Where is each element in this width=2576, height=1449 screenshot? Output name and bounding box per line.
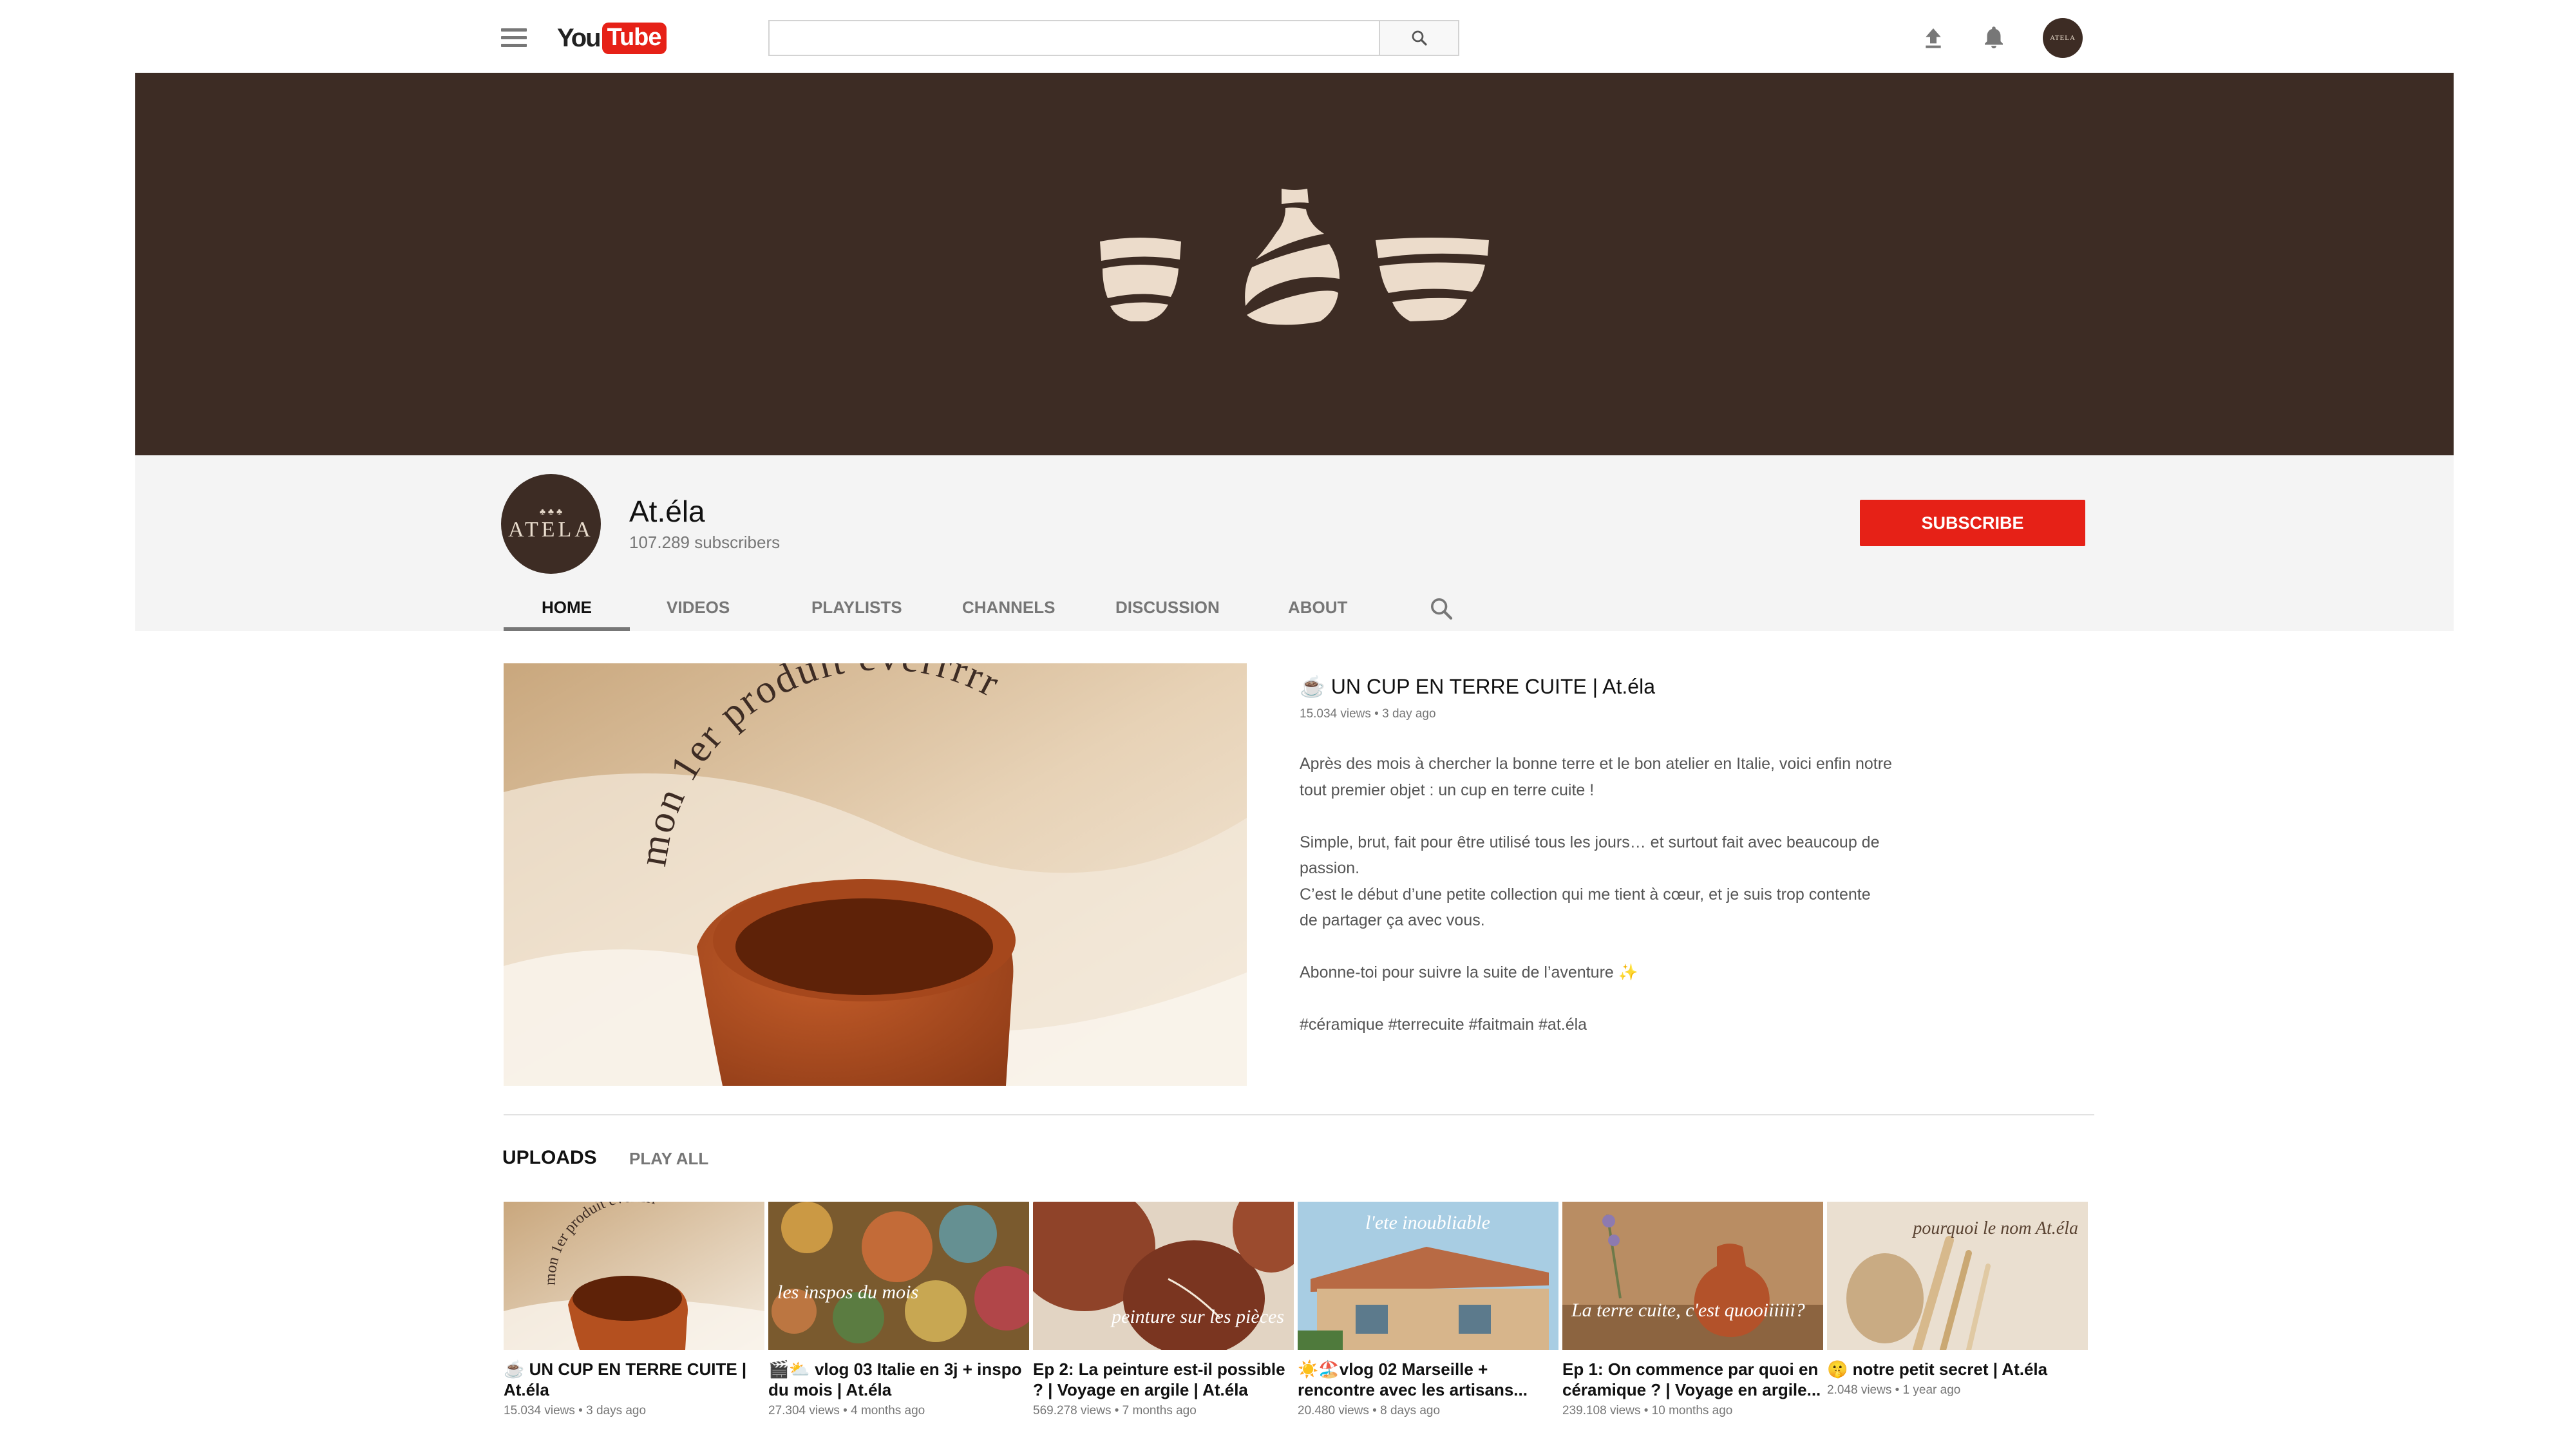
- video-thumbnail[interactable]: peinture sur les pièces: [1033, 1202, 1294, 1350]
- featured-video-meta: 15.034 views • 3 day ago: [1300, 707, 1436, 721]
- description-line: Abonne-toi pour suivre la suite de l’ave…: [1300, 963, 1638, 981]
- cup-image: mon 1er produit everrrrr: [504, 663, 1247, 1086]
- video-title[interactable]: ☕ UN CUP EN TERRE CUITE | At.éla: [504, 1359, 764, 1400]
- subscriber-count: 107.289 subscribers: [629, 533, 781, 552]
- channel-avatar[interactable]: ♣ ♣ ♣ ATELA: [501, 474, 601, 574]
- search-icon: [1412, 30, 1427, 46]
- tab-discussion[interactable]: DISCUSSION: [1115, 591, 1220, 631]
- thumb-text: peinture sur les pièces: [1110, 1306, 1284, 1327]
- tab-channels[interactable]: CHANNELS: [962, 591, 1055, 631]
- play-all-button[interactable]: PLAY ALL: [629, 1149, 708, 1169]
- section-divider: [504, 1114, 2094, 1115]
- video-meta: 2.048 views • 1 year ago: [1827, 1383, 1961, 1397]
- video-card[interactable]: mon 1er produit everrrrr ☕ UN CUP EN TER…: [504, 1202, 764, 1418]
- upload-icon[interactable]: [1920, 25, 1946, 51]
- featured-video-description: Après des mois à chercher la bonne terre…: [1300, 751, 1956, 1038]
- pottery-logo-icon: [1100, 189, 1489, 325]
- channel-banner: [135, 73, 2454, 455]
- video-title[interactable]: Ep 2: La peinture est-il possible ? | Vo…: [1033, 1359, 1294, 1400]
- user-avatar-text: ATELA: [2050, 34, 2076, 42]
- description-line: tout premier objet : un cup en terre cui…: [1300, 781, 1595, 799]
- video-card[interactable]: l'ete inoubliable ☀️🏖️vlog 02 Marseille …: [1298, 1202, 1558, 1418]
- channel-header: ♣ ♣ ♣ ATELA At.éla 107.289 subscribers S…: [135, 455, 2454, 631]
- description-line: Simple, brut, fait pour être utilisé tou…: [1300, 833, 1880, 851]
- tab-home[interactable]: HOME: [504, 591, 630, 631]
- menu-icon[interactable]: [501, 28, 527, 48]
- tab-playlists[interactable]: PLAYLISTS: [811, 591, 902, 631]
- video-card[interactable]: les inspos du mois 🎬⛅ vlog 03 Italie en …: [768, 1202, 1029, 1418]
- top-bar: You Tube ATELA: [0, 0, 2576, 73]
- bell-icon[interactable]: [1980, 23, 2007, 52]
- tab-videos[interactable]: VIDEOS: [667, 591, 730, 631]
- video-thumbnail[interactable]: mon 1er produit everrrrr: [504, 1202, 764, 1350]
- video-meta: 239.108 views • 10 months ago: [1562, 1404, 1733, 1417]
- video-title[interactable]: ☀️🏖️vlog 02 Marseille + rencontre avec l…: [1298, 1359, 1558, 1400]
- video-card[interactable]: La terre cuite, c'est quooiiiiii? Ep 1: …: [1562, 1202, 1823, 1418]
- video-meta: 27.304 views • 4 months ago: [768, 1404, 925, 1417]
- thumb-text: La terre cuite, c'est quooiiiiii?: [1571, 1300, 1805, 1321]
- video-thumbnail[interactable]: l'ete inoubliable: [1298, 1202, 1558, 1350]
- channel-name[interactable]: At.éla: [629, 494, 705, 529]
- video-title[interactable]: Ep 1: On commence par quoi en céramique …: [1562, 1359, 1823, 1400]
- video-meta: 15.034 views • 3 days ago: [504, 1404, 647, 1417]
- channel-search-icon[interactable]: [1428, 596, 1454, 621]
- video-meta: 569.278 views • 7 months ago: [1033, 1404, 1197, 1417]
- logo-tube: Tube: [601, 22, 667, 54]
- description-line: de partager ça avec vous.: [1300, 911, 1485, 929]
- video-thumbnail[interactable]: pourquoi le nom At.éla: [1827, 1202, 2088, 1350]
- thumb-text: les inspos du mois: [777, 1282, 918, 1303]
- video-meta: 20.480 views • 8 days ago: [1298, 1404, 1441, 1417]
- search-button[interactable]: [1379, 20, 1459, 56]
- video-thumbnail[interactable]: La terre cuite, c'est quooiiiiii?: [1562, 1202, 1823, 1350]
- uploads-heading[interactable]: UPLOADS: [502, 1147, 597, 1169]
- subscribe-button[interactable]: SUBSCRIBE: [1860, 500, 2085, 546]
- tab-about[interactable]: ABOUT: [1288, 591, 1347, 631]
- user-avatar[interactable]: ATELA: [2043, 18, 2083, 58]
- channel-avatar-name: ATELA: [508, 517, 594, 542]
- video-title[interactable]: 🤫 notre petit secret | At.éla: [1827, 1359, 2088, 1379]
- description-hashtags[interactable]: #céramique #terrecuite #faitmain #at.éla: [1300, 1012, 1956, 1038]
- description-line: [1300, 803, 1956, 829]
- channel-avatar-mark: ♣ ♣ ♣: [539, 506, 563, 516]
- featured-video-thumbnail[interactable]: mon 1er produit everrrrr: [504, 663, 1247, 1086]
- thumb-text: l'ete inoubliable: [1365, 1212, 1490, 1233]
- video-title[interactable]: 🎬⛅ vlog 03 Italie en 3j + inspo du mois …: [768, 1359, 1029, 1400]
- featured-video-title[interactable]: ☕ UN CUP EN TERRE CUITE | At.éla: [1300, 674, 1655, 699]
- video-card[interactable]: pourquoi le nom At.éla 🤫 notre petit sec…: [1827, 1202, 2088, 1397]
- youtube-logo[interactable]: You Tube: [557, 22, 667, 54]
- search-input[interactable]: [768, 20, 1380, 56]
- description-line: [1300, 934, 1956, 960]
- description-line: passion.: [1300, 859, 1360, 877]
- video-card[interactable]: peinture sur les pièces Ep 2: La peintur…: [1033, 1202, 1294, 1418]
- description-line: Après des mois à chercher la bonne terre…: [1300, 755, 1892, 773]
- video-thumbnail[interactable]: les inspos du mois: [768, 1202, 1029, 1350]
- thumb-text: pourquoi le nom At.éla: [1911, 1218, 2078, 1238]
- logo-you: You: [557, 23, 601, 52]
- description-line: C’est le début d’une petite collection q…: [1300, 885, 1871, 904]
- description-line: [1300, 986, 1956, 1012]
